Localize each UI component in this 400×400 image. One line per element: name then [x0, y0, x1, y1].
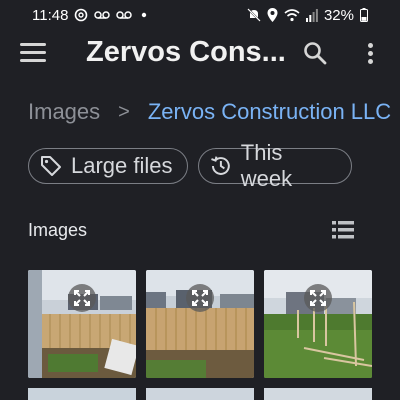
location-icon — [267, 8, 278, 22]
app-bar: Zervos Cons... — [0, 30, 400, 78]
signal-icon — [305, 9, 318, 22]
image-thumb-4[interactable] — [28, 388, 136, 400]
chevron-right-icon: > — [118, 100, 130, 123]
chip-large-files[interactable]: Large files — [28, 148, 188, 184]
image-thumb-5[interactable] — [146, 388, 254, 400]
dot-icon — [142, 12, 147, 18]
expand-icon[interactable] — [68, 284, 96, 312]
wifi-icon — [284, 9, 300, 22]
more-vert-icon[interactable] — [360, 40, 380, 68]
breadcrumb: Images > Zervos Construction LLC — [28, 98, 391, 126]
hamburger-menu-icon[interactable] — [20, 43, 46, 65]
status-bar-left: 11:48 — [32, 7, 150, 24]
list-view-icon[interactable] — [332, 220, 354, 240]
voicemail-icon — [116, 11, 133, 19]
battery-icon — [360, 8, 368, 22]
status-bar: 11:48 32% — [0, 0, 400, 30]
threads-icon — [75, 8, 88, 22]
image-thumb-2[interactable] — [146, 270, 254, 378]
image-thumb-6[interactable] — [264, 388, 372, 400]
section-title: Images — [28, 220, 88, 240]
tag-icon — [41, 156, 61, 176]
battery-percent: 32% — [323, 6, 354, 24]
chip-this-week[interactable]: This week — [198, 140, 352, 191]
chip-this-week-label: This week — [240, 140, 293, 191]
status-time: 11:48 — [32, 6, 69, 24]
voicemail-icon — [94, 11, 111, 19]
status-bar-right: 32% — [247, 7, 368, 24]
breadcrumb-current: Zervos Construction LLC — [147, 99, 392, 124]
search-icon[interactable] — [302, 40, 328, 66]
expand-icon[interactable] — [186, 284, 214, 312]
breadcrumb-parent[interactable]: Images — [28, 99, 100, 125]
app-title: Zervos Cons... — [86, 36, 286, 68]
chip-large-files-label: Large files — [71, 153, 173, 178]
history-icon — [211, 156, 230, 175]
mute-icon — [247, 8, 261, 22]
expand-icon[interactable] — [304, 284, 332, 312]
filter-chips: Large files This week — [28, 140, 352, 191]
image-thumb-1[interactable] — [28, 270, 136, 378]
image-thumb-3[interactable] — [264, 270, 372, 378]
